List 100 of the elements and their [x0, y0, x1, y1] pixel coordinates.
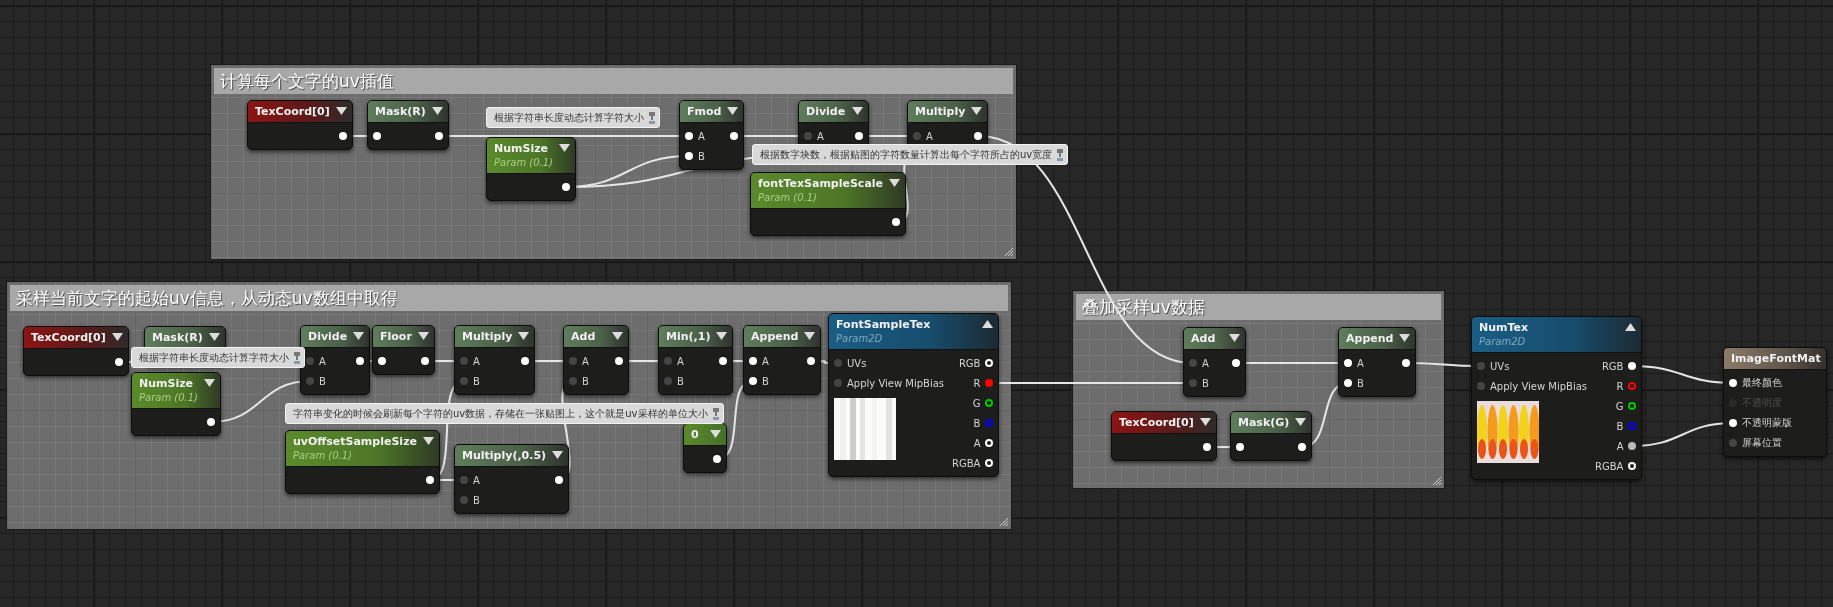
- pin-handle[interactable]: [807, 357, 816, 365]
- graph-node[interactable]: NumTex Param2D UVs Apply View MipBias RGB R G B A RGBA: [1471, 316, 1643, 480]
- collapse-triangle-icon[interactable]: [1625, 323, 1637, 331]
- pin-handle[interactable]: [426, 476, 434, 484]
- dropdown-triangle-icon[interactable]: [431, 107, 443, 115]
- dropdown-triangle-icon[interactable]: [423, 437, 434, 445]
- pin-handle[interactable]: [1729, 439, 1737, 447]
- dropdown-triangle-icon[interactable]: [852, 107, 863, 115]
- pin-handle[interactable]: [114, 358, 123, 366]
- pin-handle[interactable]: [460, 357, 468, 365]
- dropdown-triangle-icon[interactable]: [1399, 334, 1411, 342]
- graph-node[interactable]: Multiply(,0.5) A B: [454, 444, 570, 514]
- graph-node[interactable]: Add A B: [1183, 327, 1246, 397]
- pin-handle[interactable]: [1628, 402, 1637, 410]
- graph-node[interactable]: NumSize Param (0.1): [131, 372, 222, 436]
- pin-icon[interactable]: [293, 351, 301, 364]
- pin-handle[interactable]: [207, 418, 216, 426]
- pin-handle[interactable]: [1344, 379, 1352, 387]
- pin-handle[interactable]: [804, 132, 812, 140]
- pin-handle[interactable]: [749, 357, 757, 365]
- pin-handle[interactable]: [1729, 419, 1737, 427]
- dropdown-triangle-icon[interactable]: [716, 332, 728, 340]
- pin-handle[interactable]: [1298, 443, 1307, 451]
- pin-handle[interactable]: [306, 357, 314, 365]
- pin-handle[interactable]: [569, 357, 577, 365]
- pin-handle[interactable]: [373, 132, 381, 140]
- pin-handle[interactable]: [1189, 359, 1197, 367]
- pin-handle[interactable]: [460, 496, 468, 504]
- pin-handle[interactable]: [855, 132, 863, 140]
- dropdown-triangle-icon[interactable]: [1199, 418, 1211, 426]
- resize-grip-icon[interactable]: [1004, 247, 1014, 257]
- pin-handle[interactable]: [521, 357, 530, 365]
- pin-handle[interactable]: [434, 132, 443, 140]
- dropdown-triangle-icon[interactable]: [804, 332, 816, 340]
- pin-handle[interactable]: [1628, 362, 1637, 370]
- dropdown-triangle-icon[interactable]: [335, 107, 347, 115]
- pin-handle[interactable]: [1477, 362, 1485, 370]
- graph-node[interactable]: TexCoord[0]: [247, 100, 353, 150]
- graph-node[interactable]: NumSize Param (0.1): [486, 137, 577, 201]
- pin-icon[interactable]: [648, 111, 656, 124]
- graph-node[interactable]: 0: [683, 423, 727, 473]
- pin-handle[interactable]: [834, 379, 842, 387]
- collapse-triangle-icon[interactable]: [982, 320, 994, 328]
- dropdown-triangle-icon[interactable]: [204, 379, 216, 387]
- pin-handle[interactable]: [562, 183, 571, 191]
- pin-handle[interactable]: [985, 419, 994, 427]
- pin-handle[interactable]: [985, 399, 994, 407]
- pin-handle[interactable]: [615, 357, 623, 365]
- resize-grip-icon[interactable]: [1432, 476, 1442, 486]
- graph-node[interactable]: Append A B: [743, 325, 822, 395]
- dropdown-triangle-icon[interactable]: [518, 332, 530, 340]
- pin-handle[interactable]: [1402, 359, 1411, 367]
- graph-node[interactable]: uvOffsetSampleSize Param (0.1): [285, 430, 440, 494]
- pin-handle[interactable]: [555, 476, 564, 484]
- pin-handle[interactable]: [834, 359, 842, 367]
- graph-node[interactable]: Floor: [372, 325, 435, 375]
- dropdown-triangle-icon[interactable]: [417, 332, 429, 340]
- pin-handle[interactable]: [420, 357, 429, 365]
- pin-handle[interactable]: [685, 152, 693, 160]
- graph-node[interactable]: Mask(G): [1230, 411, 1313, 461]
- dropdown-triangle-icon[interactable]: [727, 107, 739, 115]
- pin-handle[interactable]: [719, 357, 728, 365]
- dropdown-triangle-icon[interactable]: [208, 333, 220, 341]
- pin-handle[interactable]: [974, 132, 983, 140]
- dropdown-triangle-icon[interactable]: [552, 451, 564, 459]
- dropdown-triangle-icon[interactable]: [889, 179, 901, 187]
- graph-node[interactable]: Min(,1) A B: [658, 325, 734, 395]
- pin-handle[interactable]: [1236, 443, 1244, 451]
- pin-handle[interactable]: [356, 357, 365, 365]
- dropdown-triangle-icon[interactable]: [559, 144, 571, 152]
- pin-handle[interactable]: [378, 357, 386, 365]
- pin-handle[interactable]: [892, 218, 901, 226]
- dropdown-triangle-icon[interactable]: [612, 332, 623, 340]
- pin-handle[interactable]: [749, 377, 757, 385]
- pin-handle[interactable]: [460, 476, 468, 484]
- graph-node[interactable]: Append A B: [1338, 327, 1417, 397]
- dropdown-triangle-icon[interactable]: [353, 332, 365, 340]
- pin-handle[interactable]: [569, 377, 577, 385]
- graph-node[interactable]: Divide A B: [300, 325, 371, 395]
- pin-handle[interactable]: [985, 379, 994, 387]
- pin-handle[interactable]: [713, 455, 721, 463]
- graph-node[interactable]: FontSampleTex Param2D UVs Apply View MipBias RGB R G B A RGBA: [828, 313, 1000, 477]
- dropdown-triangle-icon[interactable]: [971, 107, 983, 115]
- pin-handle[interactable]: [1628, 382, 1637, 390]
- dropdown-triangle-icon[interactable]: [1295, 418, 1307, 426]
- pin-handle[interactable]: [338, 132, 347, 140]
- pin-handle[interactable]: [664, 357, 672, 365]
- pin-handle[interactable]: [1232, 359, 1240, 367]
- pin-icon[interactable]: [711, 407, 720, 420]
- resize-grip-icon[interactable]: [999, 517, 1009, 527]
- pin-handle[interactable]: [306, 377, 314, 385]
- graph-node[interactable]: Multiply A B: [454, 325, 536, 395]
- graph-node[interactable]: Mask(R): [367, 100, 449, 150]
- pin-icon[interactable]: [1056, 148, 1065, 161]
- pin-handle[interactable]: [913, 132, 921, 140]
- pin-handle[interactable]: [460, 377, 468, 385]
- pin-handle[interactable]: [730, 132, 739, 140]
- pin-handle[interactable]: [685, 132, 693, 140]
- pin-handle[interactable]: [1628, 442, 1637, 450]
- graph-node[interactable]: Add A B: [563, 325, 629, 395]
